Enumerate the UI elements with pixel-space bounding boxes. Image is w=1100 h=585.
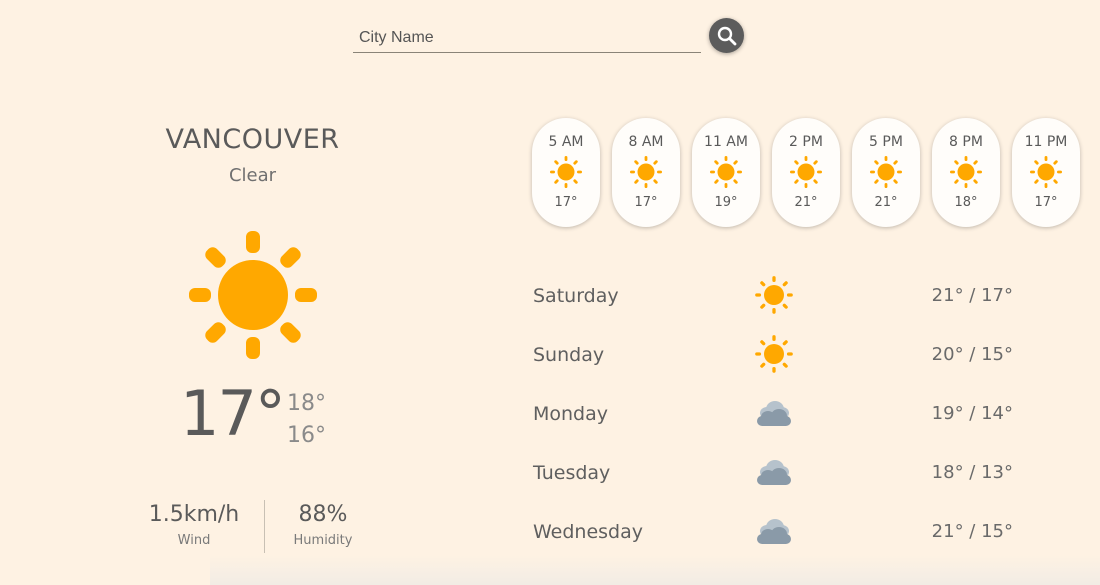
- hour-time: 5 AM: [548, 134, 584, 150]
- hour-temperature: 17°: [634, 195, 658, 210]
- sun-icon: [755, 276, 793, 314]
- day-temperature-range: 21° / 15°: [931, 521, 1013, 542]
- city-name: VANCOUVER: [165, 124, 340, 155]
- humidity-stat: 88% Humidity: [258, 502, 388, 549]
- day-row[interactable]: Wednesday 21° / 15°: [533, 511, 1013, 551]
- hour-temperature: 17°: [1034, 195, 1058, 210]
- day-temperature-range: 21° / 17°: [931, 285, 1013, 306]
- day-name: Wednesday: [533, 521, 644, 543]
- hour-card[interactable]: 5 AM 17°: [532, 118, 600, 227]
- sun-icon: [189, 231, 317, 359]
- sun-icon: [1030, 156, 1062, 188]
- hour-temperature: 18°: [954, 195, 978, 210]
- wind-label: Wind: [177, 533, 211, 549]
- day-row[interactable]: Sunday 20° / 15°: [533, 334, 1013, 374]
- hour-card[interactable]: 11 AM 19°: [692, 118, 760, 227]
- hour-card[interactable]: 8 PM 18°: [932, 118, 1000, 227]
- wind-value: 1.5km/h: [148, 502, 240, 527]
- day-temperature-range: 20° / 15°: [931, 344, 1013, 365]
- sun-icon: [710, 156, 742, 188]
- sun-icon: [550, 156, 582, 188]
- hour-time: 8 AM: [628, 134, 664, 150]
- hour-temperature: 17°: [554, 195, 578, 210]
- search-icon: [717, 26, 736, 45]
- hour-temperature: 19°: [714, 195, 738, 210]
- city-search-input[interactable]: [353, 18, 701, 52]
- day-name: Monday: [533, 403, 609, 425]
- sun-icon: [630, 156, 662, 188]
- current-temperature: 17°: [180, 377, 286, 450]
- hour-card[interactable]: 8 AM 17°: [612, 118, 680, 227]
- day-name: Sunday: [533, 344, 605, 366]
- hour-card[interactable]: 5 PM 21°: [852, 118, 920, 227]
- search-field: [353, 18, 701, 53]
- hour-card[interactable]: 11 PM 17°: [1012, 118, 1080, 227]
- day-row[interactable]: Tuesday 18° / 13°: [533, 452, 1013, 492]
- hour-time: 8 PM: [949, 134, 983, 150]
- hour-time: 2 PM: [789, 134, 823, 150]
- sun-icon: [755, 335, 793, 373]
- humidity-label: Humidity: [293, 533, 353, 549]
- sun-icon: [790, 156, 822, 188]
- bottom-shade: [210, 555, 1100, 585]
- cloud-icon: [757, 519, 791, 544]
- weather-condition: Clear: [228, 165, 277, 186]
- search-button[interactable]: [709, 18, 744, 53]
- low-temperature: 16°: [287, 423, 326, 448]
- cloud-icon: [757, 401, 791, 426]
- day-temperature-range: 18° / 13°: [931, 462, 1013, 483]
- hour-time: 11 AM: [704, 134, 748, 150]
- hour-temperature: 21°: [794, 195, 818, 210]
- day-name: Tuesday: [533, 462, 611, 484]
- sun-icon: [870, 156, 902, 188]
- hour-temperature: 21°: [874, 195, 898, 210]
- sun-icon: [950, 156, 982, 188]
- day-temperature-range: 19° / 14°: [931, 403, 1013, 424]
- humidity-value: 88%: [298, 502, 348, 527]
- day-row[interactable]: Monday 19° / 14°: [533, 393, 1013, 433]
- weather-app: VANCOUVER Clear 17° 18° 16° 1.5km/h Wind…: [0, 0, 1100, 585]
- hour-card[interactable]: 2 PM 21°: [772, 118, 840, 227]
- wind-stat: 1.5km/h Wind: [129, 502, 259, 549]
- hour-time: 5 PM: [869, 134, 903, 150]
- day-name: Saturday: [533, 285, 619, 307]
- day-row[interactable]: Saturday 21° / 17°: [533, 275, 1013, 315]
- cloud-icon: [757, 460, 791, 485]
- hour-time: 11 PM: [1024, 134, 1068, 150]
- high-temperature: 18°: [287, 391, 326, 416]
